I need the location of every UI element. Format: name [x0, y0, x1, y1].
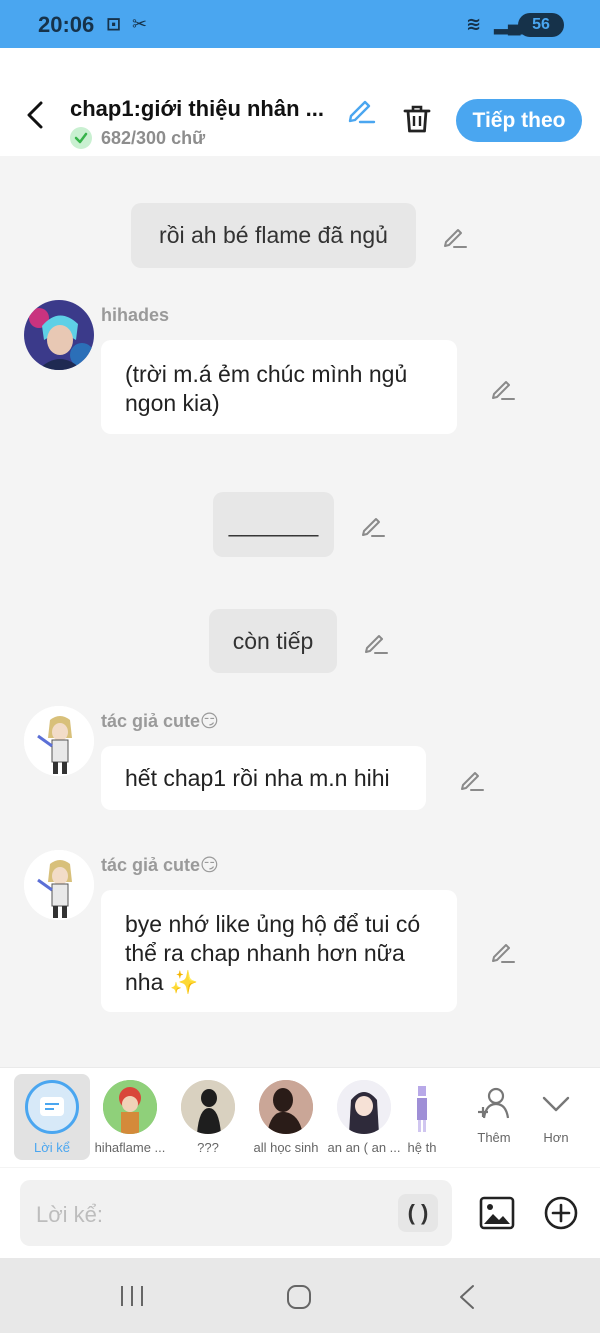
edit-pencil-icon[interactable]	[490, 938, 516, 964]
character-avatar	[412, 1080, 432, 1134]
silhouette-avatar-icon	[181, 1080, 235, 1134]
character-an-an[interactable]: an an ( an ...	[324, 1076, 404, 1155]
character-label: Lời kể	[34, 1140, 70, 1155]
battery-indicator: 56	[518, 13, 564, 37]
narration-bubble[interactable]: còn tiếp	[209, 609, 337, 673]
narration-bubble[interactable]: _______	[213, 492, 334, 557]
status-time: 20:06	[38, 12, 95, 37]
message-input-placeholder: Lời kể:	[36, 1202, 104, 1227]
character-narrator[interactable]: Lời kể	[12, 1076, 92, 1155]
narration-bubble[interactable]: rồi ah bé flame đã ngủ	[131, 203, 416, 268]
screenshot-icon: ⊡	[106, 14, 122, 34]
character-label: ???	[197, 1140, 219, 1155]
edit-pencil-icon[interactable]	[490, 375, 516, 401]
character-label: hệ th	[407, 1140, 437, 1155]
trash-icon[interactable]	[400, 102, 434, 136]
add-person-icon	[478, 1087, 510, 1119]
character-avatar	[337, 1080, 391, 1134]
image-icon[interactable]	[478, 1194, 516, 1232]
edit-pencil-icon[interactable]	[360, 512, 386, 538]
character-label: all học sinh	[253, 1140, 319, 1155]
next-button[interactable]: Tiếp theo	[456, 99, 582, 142]
character-bar: Lời kể hihaflame ... ??? all học sinh an…	[0, 1067, 600, 1167]
more-characters-label: Hơn	[543, 1130, 569, 1145]
input-bar: Lời kể: ( )	[0, 1168, 600, 1258]
speaker-name: tác giả cute😏	[101, 711, 219, 731]
add-circle-icon[interactable]	[542, 1194, 580, 1232]
character-unknown[interactable]: ???	[168, 1076, 248, 1155]
avatar[interactable]	[24, 850, 94, 920]
dialogue-bubble[interactable]: bye nhớ like ủng hộ để tui có thể ra cha…	[101, 890, 457, 1012]
speaker-name: hihades	[101, 305, 170, 325]
character-all-students[interactable]: all học sinh	[246, 1076, 326, 1155]
edit-pencil-icon[interactable]	[363, 629, 389, 655]
edit-title-pencil-icon[interactable]	[346, 94, 376, 124]
character-label: hihaflame ...	[94, 1140, 166, 1155]
chat-bubble-icon	[40, 1097, 64, 1116]
hihaflame-avatar-icon	[103, 1080, 157, 1134]
avatar[interactable]	[24, 300, 94, 370]
editor-header: chap1:giới thiệu nhân ... 682/300 chữ Ti…	[0, 48, 600, 156]
edit-pencil-icon[interactable]	[459, 766, 485, 792]
home-icon[interactable]	[285, 1283, 313, 1311]
capcut-icon: ✂	[132, 14, 148, 34]
character-avatar	[181, 1080, 235, 1134]
message-input[interactable]: Lời kể: ( )	[20, 1180, 452, 1246]
check-icon	[70, 127, 92, 149]
an-an-avatar-icon	[337, 1080, 391, 1134]
character-avatar	[259, 1080, 313, 1134]
back-nav-icon[interactable]	[455, 1283, 479, 1311]
dialogue-bubble[interactable]: hết chap1 rồi nha m.n hihi	[101, 746, 426, 810]
author-avatar-icon	[24, 850, 94, 920]
narrator-avatar	[25, 1080, 79, 1134]
edit-pencil-icon[interactable]	[442, 223, 468, 249]
recent-apps-icon[interactable]	[118, 1284, 146, 1308]
chevron-down-icon	[542, 1096, 570, 1112]
back-arrow-icon[interactable]	[22, 100, 48, 130]
character-label: an an ( an ...	[327, 1140, 401, 1155]
avatar[interactable]	[24, 706, 94, 776]
silhouette-avatar-icon	[259, 1080, 313, 1134]
character-hihaflame[interactable]: hihaflame ...	[90, 1076, 170, 1155]
status-bar: 20:06 ⊡ ✂ ≋ ▂▄▆ 56	[0, 0, 600, 48]
character-avatar	[103, 1080, 157, 1134]
chapter-title[interactable]: chap1:giới thiệu nhân ...	[70, 96, 340, 122]
character-system[interactable]: hệ th	[402, 1076, 442, 1155]
system-avatar-icon	[417, 1086, 427, 1132]
parentheses-button[interactable]: ( )	[398, 1194, 438, 1232]
speaker-name: tác giả cute😏	[101, 855, 219, 875]
hihades-avatar-icon	[24, 300, 94, 370]
word-count: 682/300 chữ	[101, 128, 206, 148]
wifi-icon: ≋	[466, 14, 482, 34]
more-characters-button[interactable]: Hơn	[518, 1076, 594, 1145]
system-nav-bar	[0, 1258, 600, 1333]
dialogue-bubble[interactable]: (trời m.á ẻm chúc mình ngủ ngon kia)	[101, 340, 457, 434]
author-avatar-icon	[24, 706, 94, 776]
